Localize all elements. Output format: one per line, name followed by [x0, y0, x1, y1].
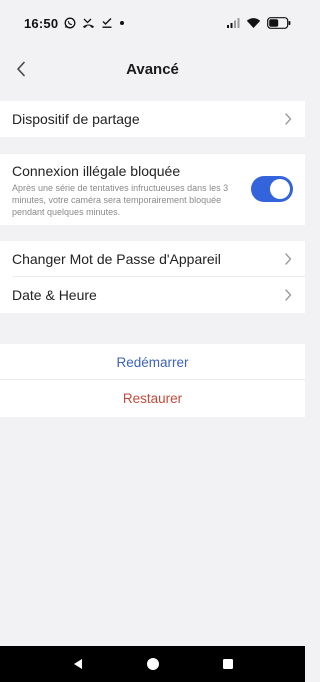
- download-check-icon: [101, 17, 113, 29]
- missed-call-icon: [82, 17, 95, 29]
- illegal-login-text: Connexion illégale bloquée Après une sér…: [12, 163, 252, 218]
- share-device-label: Dispositif de partage: [12, 111, 140, 127]
- date-time-row[interactable]: Date & Heure: [0, 277, 305, 313]
- dot-icon: [119, 20, 125, 26]
- back-triangle-icon: [72, 658, 84, 670]
- nav-back-button[interactable]: [63, 649, 93, 679]
- advanced-settings-screen: 16:50 Avancé Dispositif de partage Conne…: [0, 0, 305, 682]
- illegal-login-label: Connexion illégale bloquée: [12, 163, 181, 179]
- restore-button[interactable]: Restaurer: [123, 391, 182, 406]
- status-time: 16:50: [24, 15, 59, 31]
- signal-icon: [226, 17, 240, 29]
- nav-home-button[interactable]: [138, 649, 168, 679]
- actions-section: Redémarrer Restaurer: [0, 344, 305, 417]
- illegal-login-row: Connexion illégale bloquée Après une sér…: [0, 154, 305, 225]
- chevron-left-icon: [16, 61, 26, 77]
- status-bar: 16:50: [0, 0, 305, 46]
- recents-square-icon: [222, 658, 234, 670]
- reboot-row[interactable]: Redémarrer: [0, 344, 305, 380]
- app-header: Avancé: [0, 48, 305, 90]
- security-section: Connexion illégale bloquée Après une sér…: [0, 154, 305, 225]
- device-password-row[interactable]: Changer Mot de Passe d'Appareil: [0, 241, 305, 277]
- toggle-knob: [270, 179, 290, 199]
- device-section: Changer Mot de Passe d'Appareil Date & H…: [0, 241, 305, 313]
- wifi-icon: [246, 17, 261, 29]
- chevron-right-icon: [283, 288, 293, 302]
- chevron-right-icon: [283, 112, 293, 126]
- home-circle-icon: [146, 657, 160, 671]
- share-device-row[interactable]: Dispositif de partage: [0, 101, 305, 137]
- nav-recents-button[interactable]: [213, 649, 243, 679]
- back-button[interactable]: [8, 56, 34, 82]
- device-password-label: Changer Mot de Passe d'Appareil: [12, 251, 221, 267]
- illegal-login-description: Après une série de tentatives infructueu…: [12, 183, 229, 217]
- date-time-label: Date & Heure: [12, 287, 97, 303]
- reboot-button[interactable]: Redémarrer: [116, 355, 188, 370]
- system-nav-bar: [0, 646, 305, 682]
- share-section: Dispositif de partage: [0, 101, 305, 137]
- whatsapp-icon: [64, 17, 76, 29]
- battery-icon: [267, 17, 291, 29]
- notification-icons: [64, 17, 125, 29]
- system-icons: [226, 17, 291, 29]
- illegal-login-toggle[interactable]: [251, 176, 293, 202]
- page-title: Avancé: [126, 60, 179, 78]
- restore-row[interactable]: Restaurer: [0, 380, 305, 416]
- chevron-right-icon: [283, 252, 293, 266]
